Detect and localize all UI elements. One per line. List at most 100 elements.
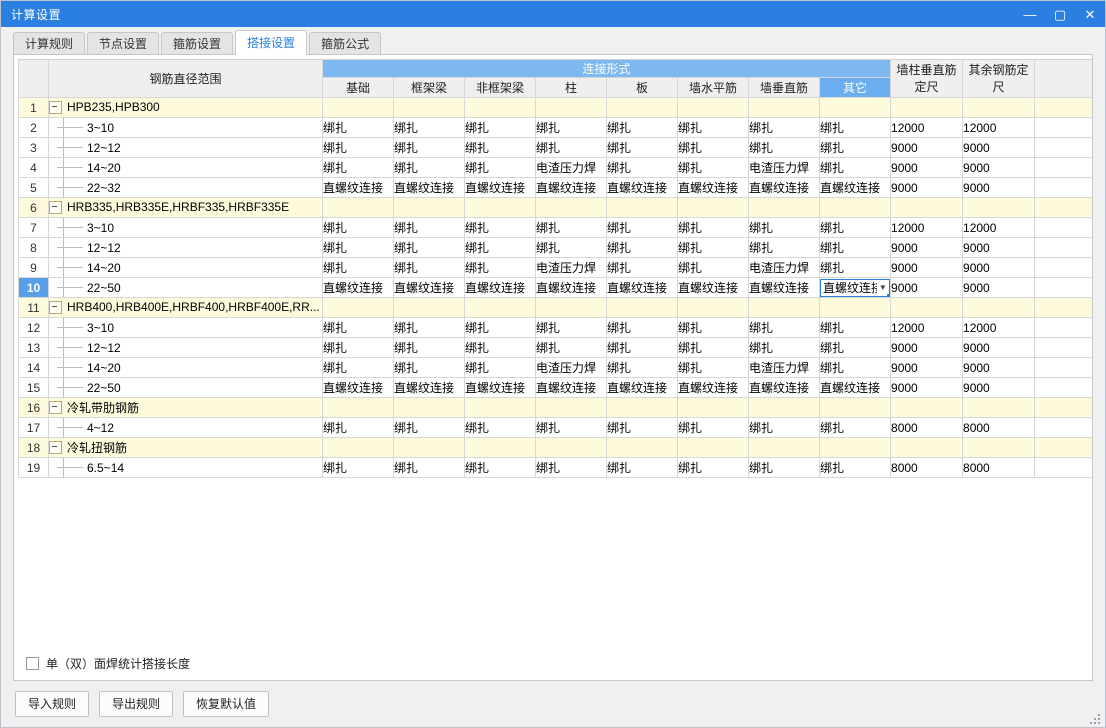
grid-cell[interactable]: 直螺纹连接 xyxy=(677,177,749,198)
grid-cell[interactable]: 直螺纹连接 xyxy=(606,177,678,198)
grid-cell[interactable]: 直螺纹连接 xyxy=(322,377,394,398)
grid-cell[interactable]: 绑扎 xyxy=(464,137,536,158)
header-col-frame-beam[interactable]: 框架梁 xyxy=(393,77,465,98)
grid-cell[interactable] xyxy=(606,397,678,418)
grid-cell[interactable]: 绑扎 xyxy=(393,137,465,158)
grid-cell[interactable]: 绑扎 xyxy=(748,417,820,438)
grid-cell[interactable]: 绑扎 xyxy=(818,457,892,478)
grid-cell[interactable]: 绑扎 xyxy=(393,117,465,138)
grid-cell[interactable] xyxy=(677,297,749,318)
grid-cell[interactable] xyxy=(393,297,465,318)
grid-cell-length[interactable]: 9000 xyxy=(890,237,964,258)
grid-cell[interactable]: 绑扎 xyxy=(464,217,536,238)
row-label-cell[interactable]: 22~50 xyxy=(48,377,323,398)
grid-cell[interactable]: 绑扎 xyxy=(677,457,749,478)
grid-cell[interactable]: 直螺纹连接 xyxy=(464,177,536,198)
grid-cell[interactable]: 绑扎 xyxy=(818,157,892,178)
grid-cell[interactable]: 绑扎 xyxy=(677,217,749,238)
grid-cell[interactable]: 绑扎 xyxy=(322,117,394,138)
row-label-cell[interactable]: 3~10 xyxy=(48,317,323,338)
grid-cell[interactable]: 绑扎 xyxy=(606,357,678,378)
grid-cell[interactable]: 直螺纹连接 xyxy=(393,277,465,298)
grid-cell[interactable]: 绑扎 xyxy=(322,217,394,238)
grid-cell-length[interactable]: 12000 xyxy=(890,117,964,138)
grid-cell[interactable]: 电渣压力焊 xyxy=(748,157,820,178)
grid-cell[interactable] xyxy=(322,397,394,418)
table-row[interactable]: 8 12~12 绑扎 绑扎 绑扎 绑扎 绑扎 绑扎 绑扎 绑扎 9000 9000 xyxy=(18,237,1092,258)
grid-cell-length[interactable]: 8000 xyxy=(890,457,964,478)
tab-stirrup-settings[interactable]: 箍筋设置 xyxy=(161,32,234,55)
grid-cell[interactable] xyxy=(464,397,536,418)
grid-cell[interactable] xyxy=(748,397,820,418)
grid-cell[interactable]: 直螺纹连接 xyxy=(606,377,678,398)
grid-cell-length[interactable] xyxy=(962,437,1036,458)
grid-cell-length[interactable]: 9000 xyxy=(890,157,964,178)
header-rebar-diameter-range[interactable]: 钢筋直径范围 xyxy=(48,59,323,98)
grid-cell[interactable] xyxy=(606,97,678,118)
grid-cell[interactable]: 绑扎 xyxy=(464,157,536,178)
table-row[interactable]: 9 14~20 绑扎 绑扎 绑扎 电渣压力焊 绑扎 绑扎 电渣压力焊 绑扎 9000 9000 xyxy=(18,257,1092,278)
header-col-other[interactable]: 其它 xyxy=(818,77,892,98)
tab-stirrup-formula[interactable]: 箍筋公式 xyxy=(309,32,382,55)
grid-cell-length[interactable] xyxy=(962,97,1036,118)
row-label-cell[interactable]: 22~32 xyxy=(48,177,323,198)
grid-cell[interactable] xyxy=(464,437,536,458)
row-label-cell[interactable]: 12~12 xyxy=(48,137,323,158)
grid-cell[interactable]: 直螺纹连接 xyxy=(535,277,607,298)
grid-cell[interactable] xyxy=(322,437,394,458)
grid-cell[interactable]: 绑扎 xyxy=(393,417,465,438)
grid-cell[interactable] xyxy=(818,437,892,458)
grid-cell[interactable]: 绑扎 xyxy=(818,257,892,278)
grid-cell[interactable]: 电渣压力焊 xyxy=(535,257,607,278)
table-row[interactable]: 7 3~10 绑扎 绑扎 绑扎 绑扎 绑扎 绑扎 绑扎 绑扎 12000 12000 xyxy=(18,217,1092,238)
row-number[interactable]: 1 xyxy=(18,97,49,118)
table-row[interactable]: 3 12~12 绑扎 绑扎 绑扎 绑扎 绑扎 绑扎 绑扎 绑扎 9000 9000 xyxy=(18,137,1092,158)
row-number[interactable]: 3 xyxy=(18,137,49,158)
grid-cell[interactable]: 绑扎 xyxy=(393,317,465,338)
grid-cell[interactable]: 绑扎 xyxy=(818,317,892,338)
grid-cell[interactable]: 绑扎 xyxy=(606,117,678,138)
grid-cell[interactable] xyxy=(464,197,536,218)
grid-cell[interactable]: 绑扎 xyxy=(464,317,536,338)
grid-cell-length[interactable]: 9000 xyxy=(962,177,1036,198)
grid-cell-length[interactable]: 9000 xyxy=(890,337,964,358)
header-col-column[interactable]: 柱 xyxy=(535,77,607,98)
grid-cell-length[interactable] xyxy=(890,97,964,118)
header-col-wall-vertical[interactable]: 墙垂直筋 xyxy=(748,77,820,98)
table-row[interactable]: 10 22~50 直螺纹连接 直螺纹连接 直螺纹连接 直螺纹连接 直螺纹连接 直螺纹连接 直螺纹… xyxy=(18,277,1092,298)
grid-cell[interactable]: 电渣压力焊 xyxy=(748,357,820,378)
row-number[interactable]: 16 xyxy=(18,397,49,418)
grid-cell[interactable]: 直螺纹连接 xyxy=(606,277,678,298)
grid-cell[interactable]: 绑扎 xyxy=(748,137,820,158)
grid-cell[interactable]: 绑扎 xyxy=(535,217,607,238)
row-number[interactable]: 2 xyxy=(18,117,49,138)
grid-cell[interactable]: 绑扎 xyxy=(677,417,749,438)
grid-cell[interactable]: 绑扎 xyxy=(677,237,749,258)
grid-cell-length[interactable]: 12000 xyxy=(962,117,1036,138)
collapse-minus-icon[interactable] xyxy=(49,200,62,214)
grid-cell[interactable] xyxy=(818,397,892,418)
grid-cell-length[interactable]: 9000 xyxy=(962,377,1036,398)
tab-node-settings[interactable]: 节点设置 xyxy=(87,32,160,55)
minimize-button[interactable]: — xyxy=(1015,1,1045,27)
grid-cell-length[interactable] xyxy=(962,297,1036,318)
grid-cell[interactable]: 直螺纹连接 xyxy=(748,177,820,198)
grid-cell[interactable]: 绑扎 xyxy=(748,237,820,258)
grid-cell[interactable]: 直螺纹连接 xyxy=(818,177,892,198)
import-rules-button[interactable]: 导入规则 xyxy=(15,691,90,717)
grid-cell[interactable]: 直螺纹连接 xyxy=(393,377,465,398)
grid-cell[interactable] xyxy=(677,437,749,458)
grid-cell[interactable]: 绑扎 xyxy=(464,357,536,378)
grid-cell[interactable]: 绑扎 xyxy=(322,457,394,478)
row-label-cell[interactable]: HRB335,HRB335E,HRBF335,HRBF335E xyxy=(48,197,323,218)
grid-cell[interactable] xyxy=(748,197,820,218)
grid-cell[interactable]: 绑扎 xyxy=(393,337,465,358)
tab-calculation-rules[interactable]: 计算规则 xyxy=(13,32,86,55)
grid-cell-length[interactable]: 12000 xyxy=(890,317,964,338)
row-label-cell[interactable]: 6.5~14 xyxy=(48,457,323,478)
collapse-minus-icon[interactable] xyxy=(49,401,62,415)
grid-cell[interactable] xyxy=(606,197,678,218)
grid-cell[interactable]: 绑扎 xyxy=(748,217,820,238)
row-label-cell[interactable]: 14~20 xyxy=(48,357,323,378)
row-number[interactable]: 4 xyxy=(18,157,49,178)
